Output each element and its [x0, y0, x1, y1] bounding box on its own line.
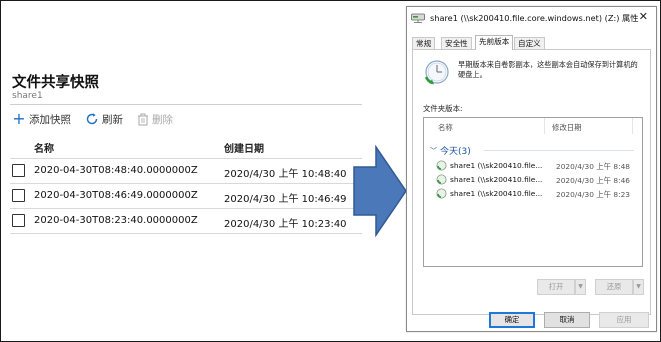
refresh-label: 刷新	[102, 113, 123, 126]
row-checkbox[interactable]	[12, 164, 25, 177]
refresh-button[interactable]: 刷新	[85, 110, 123, 128]
page-title: 文件共享快照	[12, 75, 99, 91]
dialog-tabs: 常规 安全性 先前版本 自定义	[412, 35, 651, 50]
right-arrow-graphic	[353, 145, 407, 237]
table-row[interactable]: 2020-04-30T08:48:40.0000000Z 2020/4/30 上…	[10, 159, 362, 184]
folder-versions-label: 文件夹版本:	[423, 104, 463, 113]
restore-button[interactable]: 还原	[595, 279, 633, 295]
header-divider	[10, 104, 362, 105]
list-item[interactable]: share1 (\\sk200410.file... 2020/4/30 上午 …	[436, 173, 636, 187]
network-drive-icon	[411, 13, 425, 23]
group-header-today[interactable]: ﹀ 今天(3)	[430, 144, 471, 158]
ok-button[interactable]: 确定	[489, 312, 535, 328]
list-header: 名称 ⌃ 修改日期	[424, 118, 642, 134]
column-header-modified-date[interactable]: 修改日期	[552, 122, 582, 133]
sort-caret-icon: ⌃	[590, 117, 596, 123]
list-item[interactable]: share1 (\\sk200410.file... 2020/4/30 上午 …	[436, 159, 636, 173]
folder-versions-list[interactable]: 名称 ⌃ 修改日期 ﹀ 今天(3) share1 (\\sk200410.fil…	[423, 117, 643, 267]
restore-clock-icon	[424, 60, 449, 85]
delete-label: 删除	[152, 113, 173, 126]
network-drive-icon	[436, 188, 447, 199]
toolbar: + 添加快照 刷新 删除	[10, 110, 362, 128]
version-date: 2020/4/30 上午 8:48	[556, 162, 630, 171]
page-subtitle: share1	[12, 91, 43, 101]
group-label: 今天(3)	[440, 147, 471, 157]
previous-versions-panel: 早期版本来自卷影副本，这些副本会自动保存到计算机的硬盘上。 文件夹版本: 名称 …	[412, 49, 651, 315]
properties-dialog: share1 (\\sk200410.file.core.windows.net…	[406, 6, 657, 332]
snapshot-name: 2020-04-30T08:46:49.0000000Z	[34, 190, 198, 201]
version-date: 2020/4/30 上午 8:23	[556, 190, 630, 199]
add-snapshot-button[interactable]: + 添加快照	[12, 110, 71, 128]
close-icon[interactable]: ✕	[639, 10, 648, 23]
column-separator	[544, 118, 545, 134]
row-checkbox[interactable]	[12, 189, 25, 202]
snapshot-created-date: 2020/4/30 上午 10:46:49	[224, 194, 347, 205]
version-name: share1 (\\sk200410.file...	[450, 189, 543, 198]
chevron-down-icon: ﹀	[430, 146, 437, 155]
network-drive-icon	[436, 160, 447, 171]
tab-previous-versions[interactable]: 先前版本	[475, 35, 514, 50]
version-name: share1 (\\sk200410.file...	[450, 175, 543, 184]
cancel-button[interactable]: 取消	[544, 312, 590, 328]
previous-versions-description: 早期版本来自卷影副本，这些副本会自动保存到计算机的硬盘上。	[458, 60, 638, 79]
group-divider	[484, 150, 634, 151]
version-date: 2020/4/30 上午 8:46	[556, 176, 630, 185]
snapshot-created-date: 2020/4/30 上午 10:48:40	[224, 169, 347, 180]
delete-button[interactable]: 删除	[137, 110, 173, 128]
list-item[interactable]: share1 (\\sk200410.file... 2020/4/30 上午 …	[436, 187, 636, 201]
network-drive-icon	[436, 174, 447, 185]
version-name: share1 (\\sk200410.file...	[450, 161, 543, 170]
column-header-created-date[interactable]: 创建日期	[224, 140, 264, 155]
dialog-title: share1 (\\sk200410.file.core.windows.net…	[430, 13, 639, 23]
add-snapshot-label: 添加快照	[29, 113, 71, 126]
column-header-name[interactable]: 名称	[34, 140, 54, 155]
plus-icon: +	[12, 109, 26, 128]
table-row[interactable]: 2020-04-30T08:23:40.0000000Z 2020/4/30 上…	[10, 209, 362, 234]
table-row[interactable]: 2020-04-30T08:46:49.0000000Z 2020/4/30 上…	[10, 184, 362, 209]
snapshot-created-date: 2020/4/30 上午 10:23:40	[224, 219, 347, 230]
column-header-name[interactable]: 名称	[438, 122, 453, 133]
snapshot-name: 2020-04-30T08:48:40.0000000Z	[34, 165, 198, 176]
refresh-icon	[86, 113, 98, 125]
snapshot-table: 2020-04-30T08:48:40.0000000Z 2020/4/30 上…	[10, 158, 362, 234]
open-button[interactable]: 打开	[537, 279, 575, 295]
open-dropdown-chevron-icon[interactable]: ▼	[575, 279, 586, 295]
trash-icon	[138, 113, 148, 125]
restore-dropdown-chevron-icon[interactable]: ▼	[633, 279, 644, 295]
snapshot-name: 2020-04-30T08:23:40.0000000Z	[34, 215, 198, 226]
column-separator	[632, 118, 633, 134]
apply-button[interactable]: 应用	[599, 312, 649, 328]
dialog-titlebar: share1 (\\sk200410.file.core.windows.net…	[411, 12, 638, 24]
row-checkbox[interactable]	[12, 214, 25, 227]
